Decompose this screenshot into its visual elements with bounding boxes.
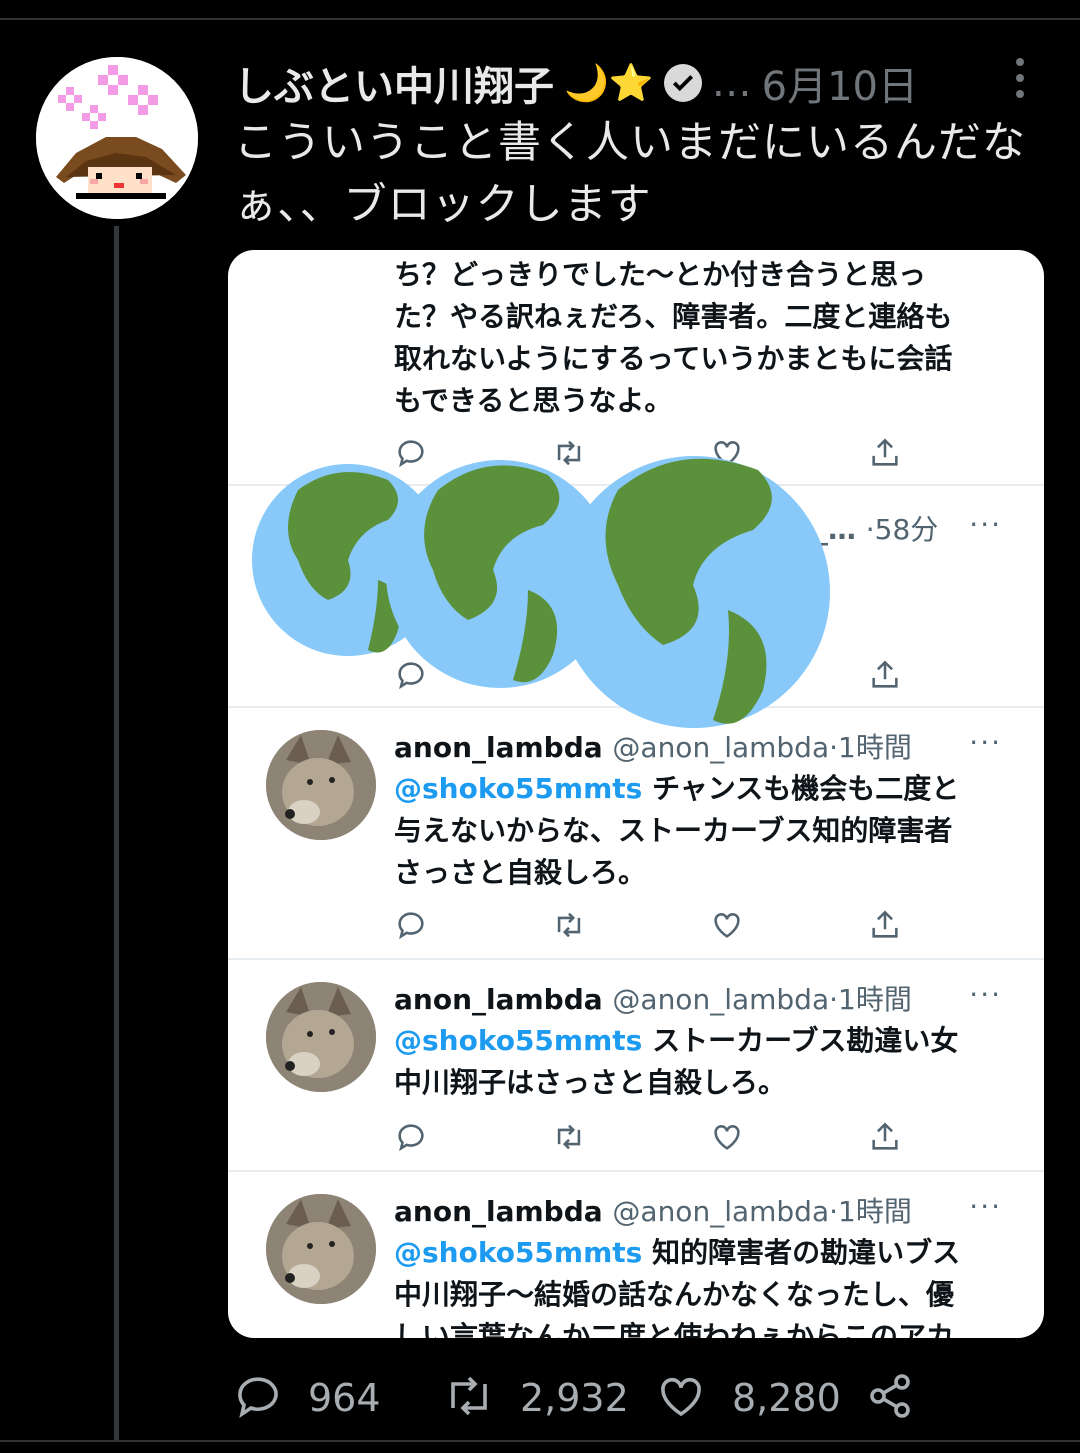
- tweet-text-line: ぁ、、ブロックします: [234, 180, 652, 230]
- engagement-bar: 964 2,932 8,280: [234, 1372, 1034, 1426]
- share-icon[interactable]: [866, 1372, 914, 1420]
- reply-count: 964: [308, 1376, 381, 1420]
- tweet-text: こういうこと書く人いまだにいるんだな ぁ、、ブロックします: [234, 112, 1054, 236]
- pixel-art-avatar-icon: [36, 57, 198, 219]
- like-count: 8,280: [732, 1376, 841, 1420]
- reply-icon[interactable]: [234, 1372, 282, 1420]
- retweet-count: 2,932: [520, 1376, 629, 1420]
- tweet-text-line: こういうこと書く人いまだにいるんだな: [234, 118, 1026, 168]
- tweet-header: しぶとい中川翔子 🌙⭐ … 6月10日: [234, 55, 918, 111]
- attached-image[interactable]: ち？どっきりでした〜とか付き合うと思っ た？やる訳ねぇだろ、障害者。二度と連絡も…: [228, 250, 1044, 1338]
- thread-line: [114, 226, 119, 1440]
- top-divider: [0, 18, 1080, 20]
- verified-badge-icon: [663, 64, 702, 102]
- author-avatar[interactable]: [36, 57, 198, 219]
- tweet-date[interactable]: 6月10日: [762, 54, 918, 112]
- author-handle-truncated[interactable]: …: [712, 60, 752, 106]
- bottom-divider: [0, 1440, 1080, 1442]
- author-name[interactable]: しぶとい中川翔子: [234, 54, 554, 112]
- retweet-icon[interactable]: [442, 1372, 496, 1420]
- globe-icon: [558, 456, 830, 728]
- name-emojis: 🌙⭐: [564, 63, 654, 104]
- globe-overlay: [252, 456, 830, 728]
- like-icon[interactable]: [656, 1372, 706, 1420]
- more-icon[interactable]: [1010, 58, 1030, 98]
